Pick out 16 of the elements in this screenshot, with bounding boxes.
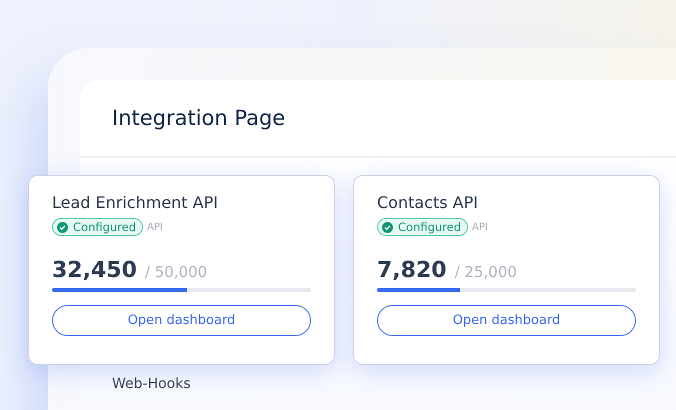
card-title: Contacts API [377,192,479,214]
usage-count: 32,450 [52,258,137,283]
status-label: Configured [398,220,462,234]
status-label: Configured [73,220,136,234]
type-label: API [147,222,163,232]
check-icon [382,222,393,232]
section-title: Web-Hooks [112,376,192,392]
open-dashboard-button[interactable]: Open dashboard [377,305,636,336]
card-title: Lead Enrichment API [52,192,219,214]
check-icon [57,222,68,232]
open-dashboard-button[interactable]: Open dashboard [52,305,311,336]
usage-limit: / 50,000 [144,263,208,281]
page-title: Integration Page [112,106,286,130]
type-label: API [472,222,488,232]
usage-count: 7,820 [377,258,447,283]
usage-limit: / 25,000 [454,263,517,281]
